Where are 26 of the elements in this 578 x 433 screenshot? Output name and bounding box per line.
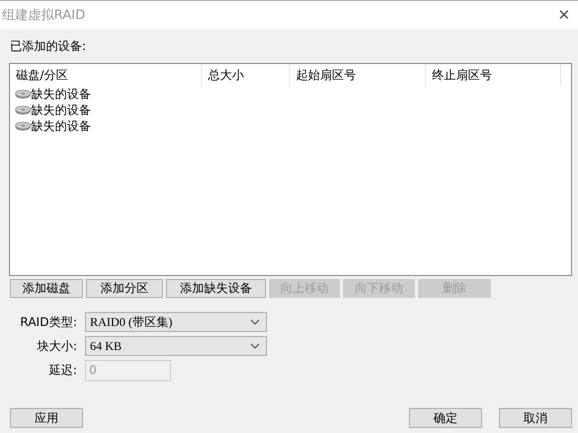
action-button[interactable]: 添加缺失设备 [166, 279, 266, 298]
action-button[interactable]: 添加分区 [86, 279, 163, 298]
field-label: 块大小: [36, 338, 77, 354]
dropdown[interactable]: 64 KB [85, 336, 267, 356]
action-button[interactable]: 添加磁盘 [10, 279, 83, 298]
apply-button[interactable]: 应用 [10, 408, 83, 428]
devices-label: 已添加的设备: [10, 38, 88, 55]
column-header[interactable]: 总大小 [202, 64, 290, 86]
column-header[interactable]: 终止扇区号 [426, 64, 561, 86]
cancel-button[interactable]: 取消 [499, 408, 572, 428]
close-button[interactable]: ✕ [550, 2, 578, 28]
hard-disk-icon [15, 89, 31, 99]
hard-disk-icon [15, 105, 31, 115]
dropdown[interactable]: RAID0 (带区集) [85, 312, 267, 332]
device-name[interactable]: 缺失的设备 [31, 86, 91, 102]
device-name[interactable]: 缺失的设备 [31, 102, 91, 118]
ok-button[interactable]: 确定 [409, 408, 482, 428]
field-label: 延迟: [48, 362, 77, 379]
column-header[interactable]: 磁盘/分区 [10, 64, 202, 86]
window-title: 组建虚拟RAID [2, 7, 86, 24]
chevron-down-icon[interactable] [250, 319, 260, 325]
chevron-down-icon[interactable] [250, 343, 260, 349]
column-header[interactable]: 起始扇区号 [290, 64, 426, 86]
device-name[interactable]: 缺失的设备 [31, 118, 91, 134]
field-label: RAID类型: [19, 314, 77, 330]
hard-disk-icon [15, 121, 31, 131]
